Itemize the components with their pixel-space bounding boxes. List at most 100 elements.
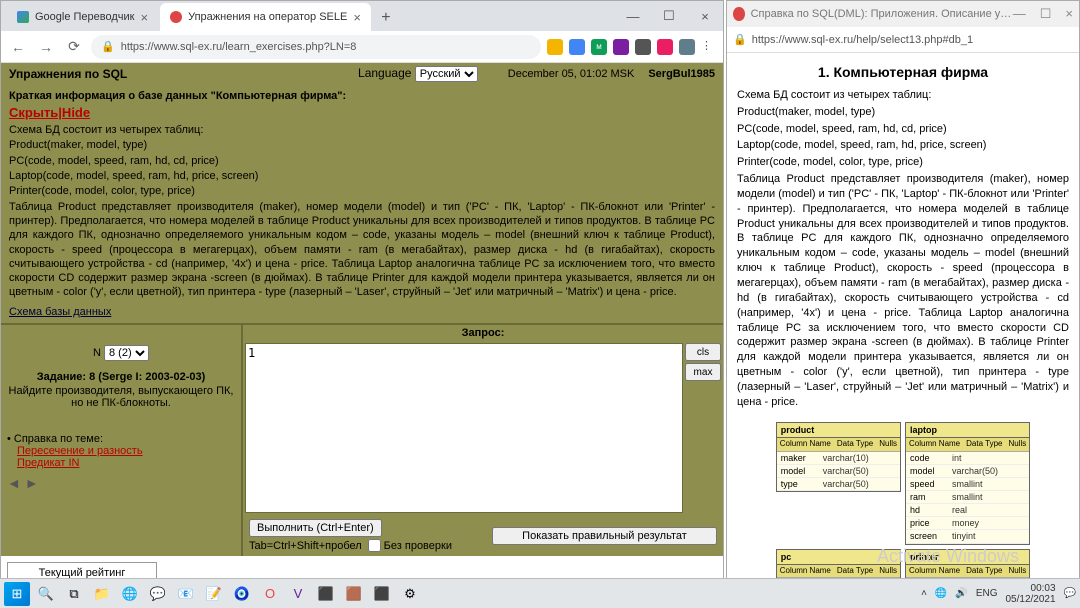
menu-icon[interactable]: ⋮	[701, 39, 717, 55]
close-button[interactable]: ×	[687, 1, 723, 31]
app-icon	[733, 7, 745, 21]
db-info-block: Краткая информация о базе данных "Компью…	[1, 85, 723, 323]
ext-icon[interactable]	[547, 39, 563, 55]
browser-window-left: Google Переводчик × Упражнения на операт…	[0, 0, 724, 608]
run-button[interactable]: Выполнить (Ctrl+Enter)	[249, 519, 382, 537]
diagram-table-laptop: laptopColumn NameData TypeNullscodeintmo…	[905, 422, 1030, 545]
lock-icon: 🔒	[733, 33, 747, 46]
url-input[interactable]: 🔒 https://www.sql-ex.ru/learn_exercises.…	[91, 35, 541, 59]
maximize-button[interactable]: ☐	[651, 1, 687, 31]
language-indicator[interactable]: ENG	[976, 588, 998, 599]
maximize-button[interactable]: ☐	[1040, 6, 1052, 22]
app-icon[interactable]: ⬛	[370, 582, 394, 606]
nocheck-checkbox[interactable]	[368, 539, 381, 552]
show-answer-button[interactable]: Показать правильный результат	[492, 527, 717, 545]
hide-toggle[interactable]: Скрыть|Hide	[9, 105, 90, 120]
ext-icon[interactable]	[635, 39, 651, 55]
taskview-icon[interactable]: ⧉	[62, 582, 86, 606]
cls-button[interactable]: cls	[685, 343, 721, 361]
back-button[interactable]: ←	[7, 36, 29, 58]
username[interactable]: SergBul1985	[648, 68, 715, 80]
schema-link[interactable]: Схема базы данных	[9, 305, 111, 319]
window-controls: — ☐ ×	[615, 1, 723, 31]
app-icon[interactable]: 💬	[146, 582, 170, 606]
app-icon[interactable]: ⬛	[314, 582, 338, 606]
schema-line: PC(code, model, speed, ram, hd, cd, pric…	[737, 122, 1069, 137]
exercise-select[interactable]: 8 (2)	[104, 345, 149, 361]
nav-arrows[interactable]: ◄ ►	[7, 475, 235, 491]
explorer-icon[interactable]: 📁	[90, 582, 114, 606]
reload-button[interactable]: ⟳	[63, 36, 85, 58]
query-textarea[interactable]: 1	[245, 343, 683, 513]
close-button[interactable]: ×	[1065, 6, 1073, 22]
new-tab-button[interactable]: +	[373, 5, 399, 31]
ext-icon[interactable]: м	[591, 39, 607, 55]
page-header: Упражнения по SQL Language Русский Decem…	[1, 63, 723, 85]
schema-line: Схема БД состоит из четырех таблиц:	[737, 88, 1069, 103]
search-icon[interactable]: 🔍	[34, 582, 58, 606]
taskbar: ⊞ 🔍 ⧉ 📁 🌐 💬 📧 📝 🧿 O V ⬛ 🟫 ⬛ ⚙ ˄ 🌐 🔊 ENG …	[0, 578, 1080, 608]
server-time: December 05, 01:02 MSK	[508, 68, 635, 80]
tab-title: Упражнения на оператор SELE	[188, 11, 347, 23]
exercise-area: N 8 (2) Задание: 8 (Serge I: 2003-02-03)…	[1, 323, 723, 556]
db-description: Таблица Product представляет производите…	[9, 200, 715, 300]
schema-line: PC(code, model, speed, ram, hd, cd, pric…	[9, 154, 715, 168]
titlebar: Справка по SQL(DML): Приложения. Описани…	[727, 1, 1079, 27]
app-icon[interactable]: 📝	[202, 582, 226, 606]
schema-line: Схема БД состоит из четырех таблиц:	[9, 123, 715, 137]
schema-line: Laptop(code, model, speed, ram, hd, pric…	[9, 169, 715, 183]
max-button[interactable]: max	[685, 363, 721, 381]
language-select[interactable]: Русский	[415, 66, 478, 82]
page-title: Упражнения по SQL	[9, 67, 127, 81]
language-selector: Language Русский	[358, 66, 478, 82]
minimize-button[interactable]: —	[1013, 6, 1026, 22]
ext-icon[interactable]	[569, 39, 585, 55]
info-title: Краткая информация о базе данных "Компью…	[9, 89, 715, 103]
schema-line: Product(maker, model, type)	[9, 138, 715, 152]
forward-button[interactable]: →	[35, 36, 57, 58]
app-icon[interactable]: 📧	[174, 582, 198, 606]
query-panel: Запрос: 1 cls max Выполнить (Ctrl+Enter)…	[241, 325, 723, 556]
volume-icon[interactable]: 🔊	[955, 588, 967, 599]
close-icon[interactable]: ×	[353, 10, 361, 25]
app-icon[interactable]: 🟫	[342, 582, 366, 606]
app-icon[interactable]: 🧿	[230, 582, 254, 606]
minimize-button[interactable]: —	[615, 1, 651, 31]
opera-icon[interactable]: O	[258, 582, 282, 606]
query-label: Запрос:	[243, 325, 723, 341]
help-content: 1. Компьютерная фирма Схема БД состоит и…	[727, 53, 1079, 607]
tray-chevron-icon[interactable]: ˄	[921, 588, 927, 599]
schema-line: Printer(code, model, color, type, price)	[9, 184, 715, 198]
exercise-number-row: N 8 (2)	[7, 345, 235, 361]
help-link-intersect[interactable]: Пересечение и разность	[7, 445, 235, 457]
edge-icon[interactable]: 🌐	[118, 582, 142, 606]
notifications-icon[interactable]: 💬	[1064, 588, 1076, 599]
window-title: Справка по SQL(DML): Приложения. Описани…	[751, 8, 1013, 20]
schema-line: Laptop(code, model, speed, ram, hd, pric…	[737, 138, 1069, 153]
clock[interactable]: 00:03 05/12/2021	[1005, 583, 1055, 605]
network-icon[interactable]: 🌐	[935, 588, 947, 599]
tab-google-translate[interactable]: Google Переводчик ×	[7, 3, 158, 31]
close-icon[interactable]: ×	[141, 10, 149, 25]
ext-icon[interactable]	[613, 39, 629, 55]
url-text: https://www.sql-ex.ru/help/select13.php#…	[752, 34, 973, 46]
help-link-in[interactable]: Предикат IN	[7, 457, 235, 469]
lock-icon: 🔒	[101, 40, 115, 53]
favicon-icon	[17, 11, 29, 23]
section-heading: 1. Компьютерная фирма	[737, 63, 1069, 82]
ext-icon[interactable]	[657, 39, 673, 55]
exercise-sidebar: N 8 (2) Задание: 8 (Serge I: 2003-02-03)…	[1, 325, 241, 556]
nocheck-option[interactable]: Без проверки	[368, 539, 452, 552]
app-icon[interactable]: ⚙	[398, 582, 422, 606]
address-bar[interactable]: 🔒 https://www.sql-ex.ru/help/select13.ph…	[727, 27, 1079, 53]
tab-sqlex[interactable]: Упражнения на оператор SELE ×	[160, 3, 371, 31]
url-text: https://www.sql-ex.ru/learn_exercises.ph…	[121, 41, 357, 53]
schema-line: Printer(code, model, color, type, price)	[737, 155, 1069, 170]
start-button[interactable]: ⊞	[4, 582, 30, 606]
extensions: м ⋮	[547, 39, 717, 55]
address-bar: ← → ⟳ 🔒 https://www.sql-ex.ru/learn_exer…	[1, 31, 723, 63]
avatar-icon[interactable]	[679, 39, 695, 55]
help-title: • Справка по теме:	[7, 433, 235, 445]
app-icon[interactable]: V	[286, 582, 310, 606]
db-description: Таблица Product представляет производите…	[737, 172, 1069, 410]
